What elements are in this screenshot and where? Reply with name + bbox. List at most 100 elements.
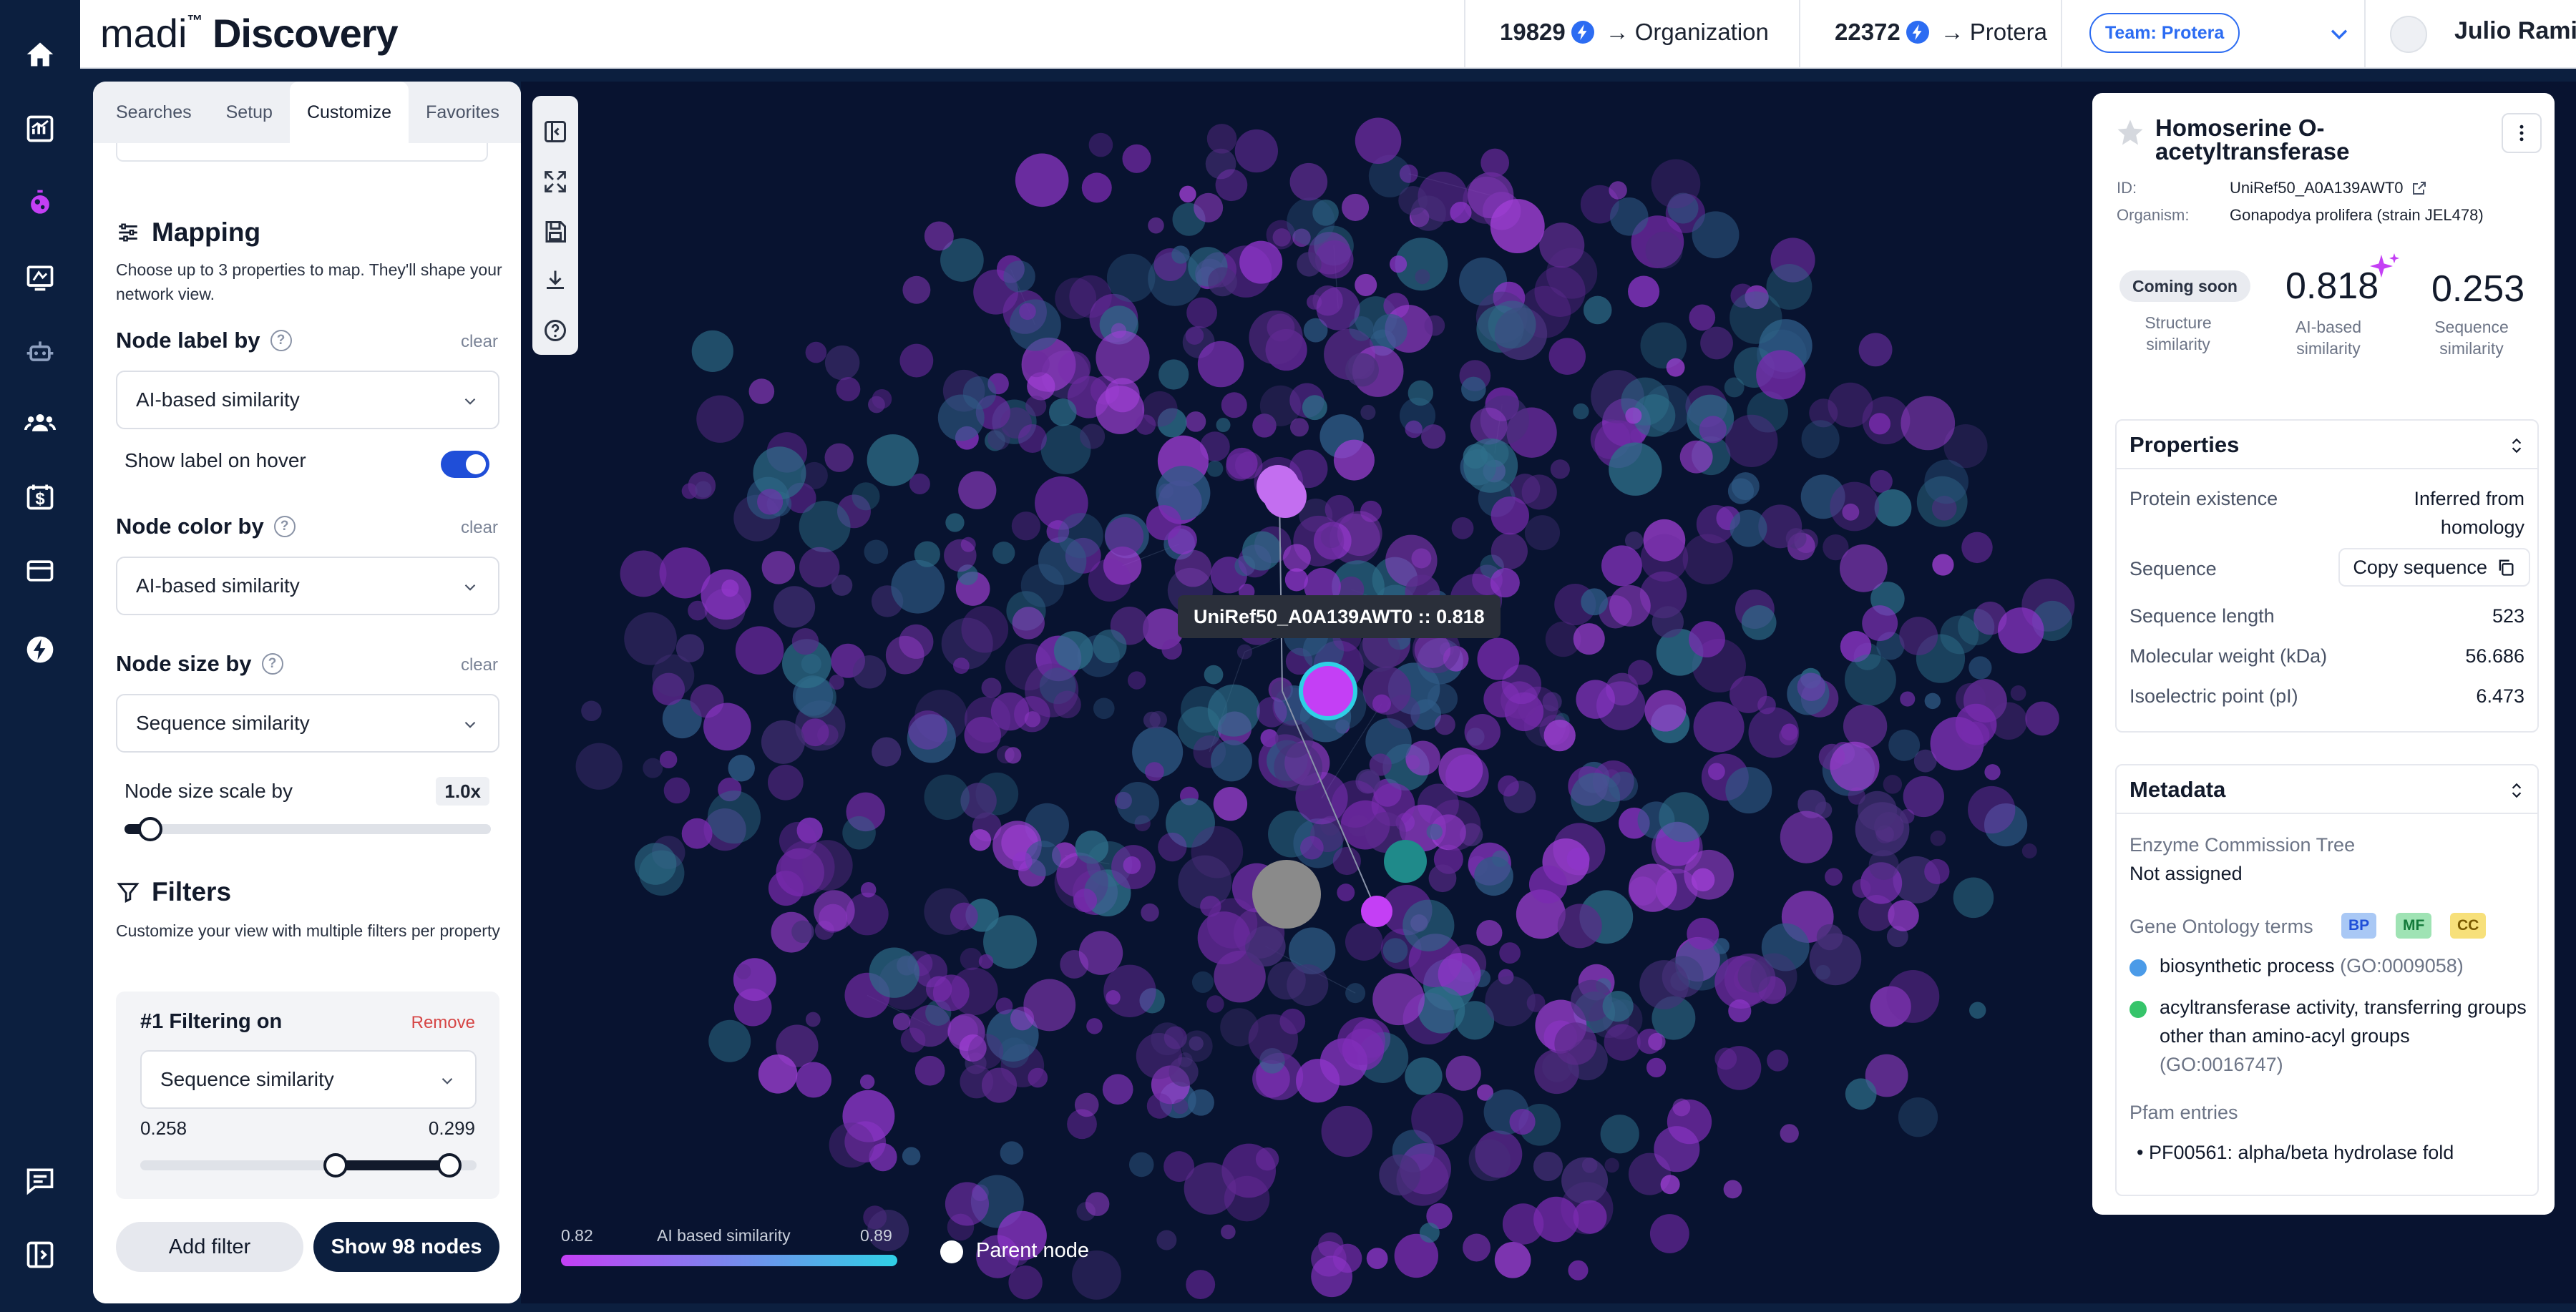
graph-node <box>924 221 954 251</box>
graph-node <box>1146 1093 1173 1119</box>
avatar[interactable] <box>2390 16 2427 53</box>
pfam-item[interactable]: • PF00561: alpha/beta hydrolase fold <box>2137 1142 2454 1164</box>
save-icon[interactable] <box>537 213 574 250</box>
graph-node <box>1349 316 1374 341</box>
scale-slider[interactable] <box>125 817 491 841</box>
node-color-clear[interactable]: clear <box>461 518 498 538</box>
node-label-heading: Node label by ? <box>116 328 292 353</box>
fit-screen-icon[interactable] <box>537 163 574 200</box>
graph-node <box>1158 832 1187 862</box>
node-size-clear[interactable]: clear <box>461 655 498 675</box>
tab-favorites[interactable]: Favorites <box>409 82 517 143</box>
graph-node <box>701 569 751 620</box>
card-icon[interactable] <box>20 551 60 591</box>
node-label-clear[interactable]: clear <box>461 332 498 352</box>
discovery-icon[interactable] <box>20 183 60 223</box>
billing-icon[interactable]: $ <box>20 476 60 517</box>
graph-node <box>824 345 860 381</box>
go-badge-cc[interactable]: CC <box>2450 913 2487 939</box>
node-size-title: Node size by <box>116 651 252 676</box>
filter-range-low-handle[interactable] <box>323 1153 348 1178</box>
properties-header[interactable]: Properties <box>2117 421 2537 469</box>
robot-icon[interactable] <box>20 332 60 372</box>
metadata-header[interactable]: Metadata <box>2117 765 2537 814</box>
isoelectric-point-value: 6.473 <box>2476 685 2524 707</box>
graph-node <box>1123 856 1141 874</box>
filter-remove-link[interactable]: Remove <box>411 1013 475 1033</box>
graph-node <box>958 471 997 509</box>
graph-node <box>1554 1022 1597 1065</box>
tab-setup[interactable]: Setup <box>209 82 290 143</box>
scale-value: 1.0x <box>436 777 489 806</box>
chat-icon[interactable] <box>20 1160 60 1200</box>
graph-node <box>736 964 751 979</box>
help-icon[interactable]: ? <box>261 653 283 675</box>
help-icon[interactable]: ? <box>273 516 296 537</box>
hover-label-toggle[interactable] <box>441 451 489 478</box>
graph-node <box>1640 534 1689 582</box>
graph-node <box>842 816 876 850</box>
graph-node <box>1737 959 1771 993</box>
copy-sequence-button[interactable]: Copy sequence <box>2338 548 2530 587</box>
expand-collapse-icon[interactable] <box>2507 436 2526 455</box>
graph-node <box>1402 899 1455 951</box>
external-link-icon[interactable] <box>2411 180 2428 197</box>
graph-node <box>1241 531 1282 571</box>
help-icon[interactable]: ? <box>270 330 292 351</box>
go-term: biosynthetic process (GO:0009058) <box>2129 951 2530 980</box>
graph-node <box>1179 185 1196 203</box>
home-icon[interactable] <box>20 34 60 74</box>
sequence-similarity-label: Sequence similarity <box>2434 318 2509 358</box>
filter-property-select[interactable]: Sequence similarity <box>140 1050 477 1109</box>
graph-node <box>1331 780 1380 828</box>
lab-icon[interactable] <box>20 258 60 298</box>
graph-node <box>1093 697 1115 720</box>
filter-range-high-handle[interactable] <box>437 1153 462 1178</box>
node-size-select[interactable]: Sequence similarity <box>116 694 499 753</box>
team-selector[interactable]: Team: Protera <box>2089 13 2240 53</box>
chevron-down-icon[interactable] <box>2327 21 2351 49</box>
team-icon[interactable] <box>20 402 60 442</box>
graph-node <box>1210 740 1252 782</box>
brand-logo[interactable]: madi™ Discovery <box>100 10 399 57</box>
help-icon[interactable] <box>537 312 574 349</box>
more-options-icon[interactable] <box>2502 113 2542 153</box>
filters-description: Customize your view with multiple filter… <box>116 921 500 940</box>
graph-node <box>1491 532 1528 569</box>
graph-node <box>581 700 602 722</box>
graph-node <box>859 1074 875 1090</box>
go-badge-bp[interactable]: BP <box>2341 913 2377 939</box>
graph-node <box>1372 973 1425 1026</box>
graph-node <box>1385 695 1420 729</box>
graph-node <box>1311 1255 1352 1298</box>
collapse-panel-icon[interactable] <box>537 113 574 150</box>
go-badge-mf[interactable]: MF <box>2396 913 2432 939</box>
add-filter-button[interactable]: Add filter <box>116 1222 303 1272</box>
bolt-icon[interactable] <box>20 630 60 670</box>
star-icon[interactable] <box>2115 117 2145 151</box>
expand-collapse-icon[interactable] <box>2507 781 2526 800</box>
node-color-select[interactable]: AI-based similarity <box>116 557 499 615</box>
show-nodes-button[interactable]: Show 98 nodes <box>313 1222 499 1272</box>
tab-customize[interactable]: Customize <box>289 82 409 143</box>
graph-node <box>1700 326 1733 360</box>
graph-node <box>1342 193 1370 222</box>
graph-node <box>1324 494 1355 524</box>
user-name[interactable]: Julio Ramirez <box>2454 17 2576 45</box>
download-icon[interactable] <box>537 262 574 299</box>
filter-range-slider[interactable] <box>140 1153 477 1178</box>
scale-slider-handle[interactable] <box>137 817 162 841</box>
collapse-icon[interactable] <box>20 1235 60 1275</box>
graph-node <box>1898 1097 1938 1137</box>
id-value[interactable]: UniRef50_A0A139AWT0 <box>2230 179 2428 197</box>
graph-node <box>1561 1157 1609 1204</box>
graph-node <box>1543 719 1576 752</box>
go-term-id: (GO:0016747) <box>2160 1054 2283 1075</box>
graph-node <box>1255 1147 1279 1171</box>
tab-searches[interactable]: Searches <box>93 82 209 143</box>
graph-node <box>1604 1157 1619 1173</box>
graph-node <box>1899 617 1938 655</box>
node-label-select[interactable]: AI-based similarity <box>116 371 499 429</box>
graph-node <box>1216 418 1231 433</box>
dashboard-icon[interactable] <box>20 109 60 149</box>
